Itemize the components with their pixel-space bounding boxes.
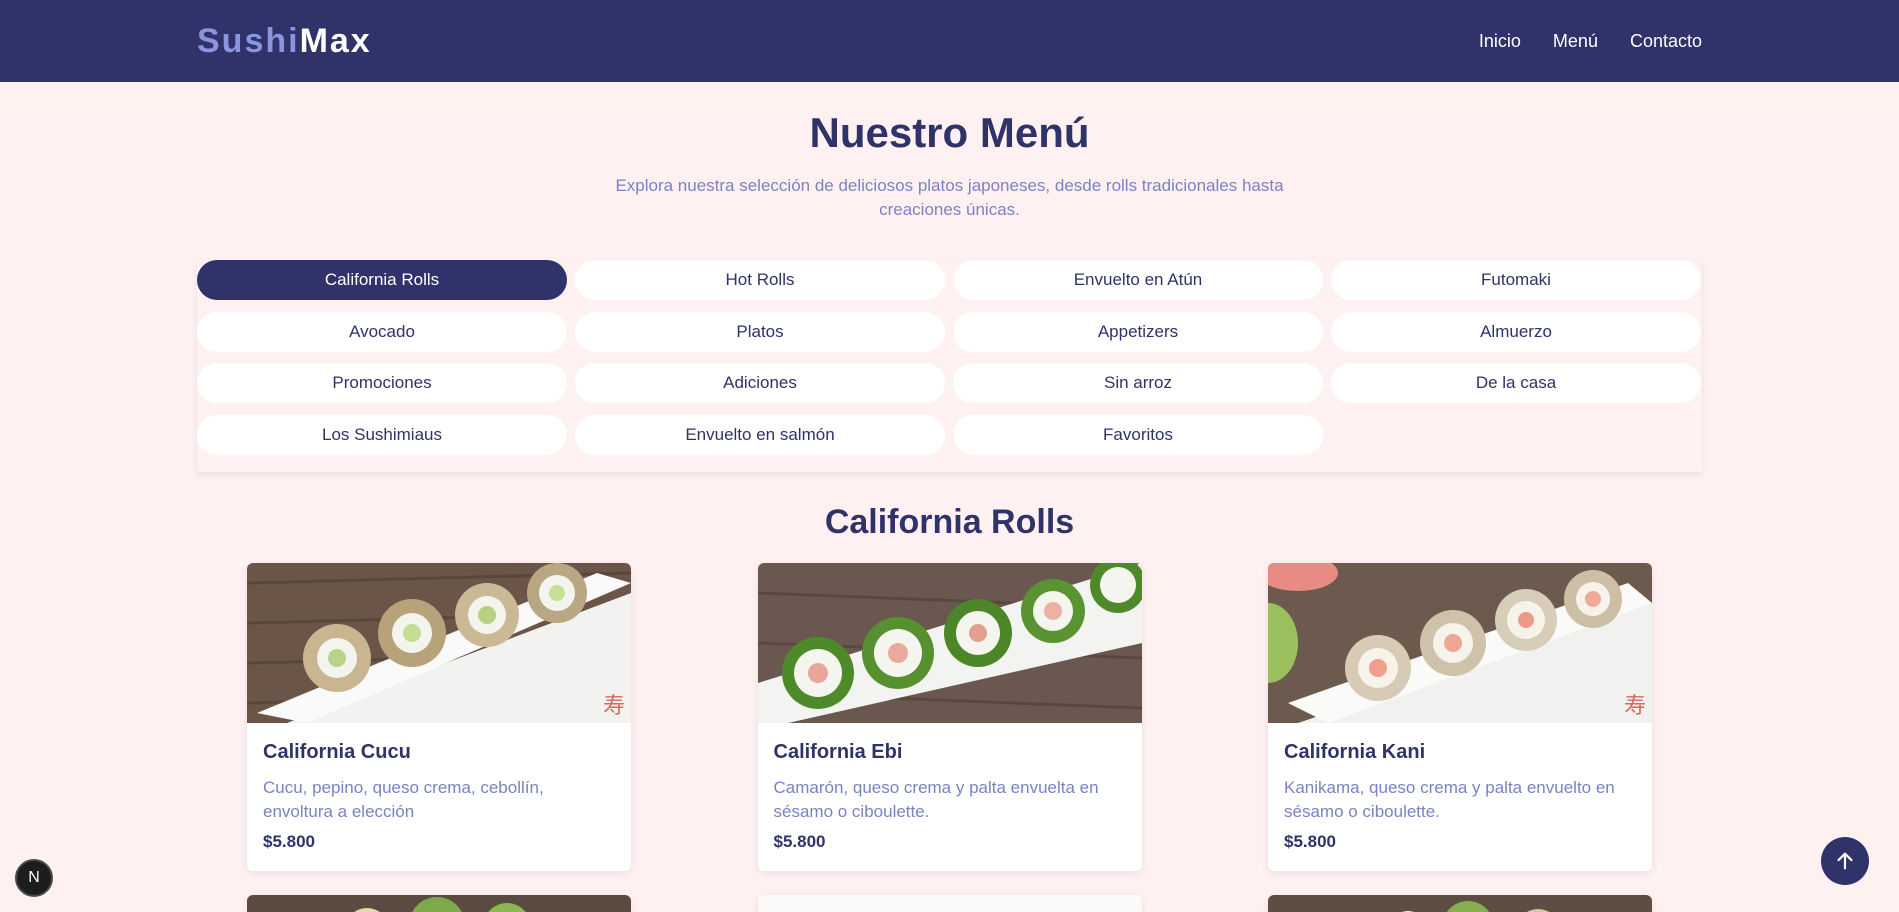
product-price: $5.800	[773, 832, 826, 852]
product-description: Camarón, queso crema y palta envuelta en…	[773, 778, 1099, 822]
product-grid: 寿 California Cucu Cucu, pepino, queso cr…	[197, 563, 1702, 912]
category-tab-los-sushimiaus[interactable]: Los Sushimiaus	[197, 414, 567, 455]
arrow-up-icon	[1837, 852, 1853, 870]
category-tab-futomaki[interactable]: Futomaki	[1331, 260, 1701, 301]
category-panel: California Rolls Hot Rolls Envuelto en A…	[197, 260, 1702, 473]
page-subtitle: Explora nuestra selección de deliciosos …	[615, 176, 1284, 220]
product-image: 寿	[1268, 563, 1652, 724]
logo-part-1: Sushi	[197, 21, 300, 60]
product-card[interactable]: 寿 California Cucu Cucu, pepino, queso cr…	[247, 563, 631, 872]
category-tab-adiciones[interactable]: Adiciones	[575, 363, 945, 404]
product-description: Kanikama, queso crema y palta envuelto e…	[1284, 778, 1615, 822]
product-card[interactable]	[757, 895, 1142, 912]
category-tab-envuelto-salmon[interactable]: Envuelto en salmón	[575, 414, 945, 455]
nav-link-inicio[interactable]: Inicio	[1479, 31, 1521, 52]
scroll-to-top-button[interactable]	[1821, 837, 1869, 885]
product-card[interactable]	[1268, 895, 1652, 912]
product-price: $5.800	[1284, 832, 1336, 852]
category-tab-platos[interactable]: Platos	[575, 311, 945, 352]
category-tab-appetizers[interactable]: Appetizers	[953, 311, 1323, 352]
category-tab-de-la-casa[interactable]: De la casa	[1331, 363, 1701, 404]
category-tab-almuerzo[interactable]: Almuerzo	[1331, 311, 1701, 352]
category-tab-favoritos[interactable]: Favoritos	[953, 414, 1323, 455]
dev-badge-letter: N	[28, 869, 40, 886]
product-card[interactable]: California Ebi Camarón, queso crema y pa…	[757, 563, 1142, 872]
product-image	[757, 563, 1142, 724]
product-description: Cucu, pepino, queso crema, cebollín, env…	[263, 778, 544, 822]
navbar: SushiMax Inicio Menú Contacto	[0, 0, 1899, 82]
product-card[interactable]: 寿 California Kani Kanikama, queso crema …	[1268, 563, 1652, 872]
category-tab-avocado[interactable]: Avocado	[197, 311, 567, 352]
product-card[interactable]	[247, 895, 631, 912]
svg-text:寿: 寿	[1624, 694, 1646, 719]
main-content: Nuestro Menú Explora nuestra selección d…	[197, 108, 1702, 912]
nav-links: Inicio Menú Contacto	[1479, 31, 1702, 52]
nav-link-menu[interactable]: Menú	[1553, 31, 1598, 52]
product-image	[1268, 895, 1652, 912]
product-name: California Ebi	[773, 741, 903, 764]
category-tab-hot-rolls[interactable]: Hot Rolls	[575, 260, 945, 301]
svg-text:寿: 寿	[603, 694, 625, 719]
product-price: $5.800	[263, 832, 315, 852]
category-tab-envuelto-atun[interactable]: Envuelto en Atún	[953, 260, 1323, 301]
nextjs-icon[interactable]: N	[15, 859, 53, 897]
product-image: 寿	[247, 563, 631, 724]
nav-link-contacto[interactable]: Contacto	[1630, 31, 1702, 52]
page-title: Nuestro Menú	[809, 109, 1090, 156]
product-image	[757, 895, 1142, 912]
category-tab-promociones[interactable]: Promociones	[197, 363, 567, 404]
category-tab-california-rolls[interactable]: California Rolls	[197, 260, 567, 301]
product-image	[247, 895, 631, 912]
category-tab-sin-arroz[interactable]: Sin arroz	[953, 363, 1323, 404]
logo[interactable]: SushiMax	[197, 22, 372, 61]
product-name: California Kani	[1284, 741, 1426, 764]
product-name: California Cucu	[263, 741, 411, 764]
section-title: California Rolls	[824, 503, 1075, 542]
logo-part-2: Max	[299, 21, 372, 60]
